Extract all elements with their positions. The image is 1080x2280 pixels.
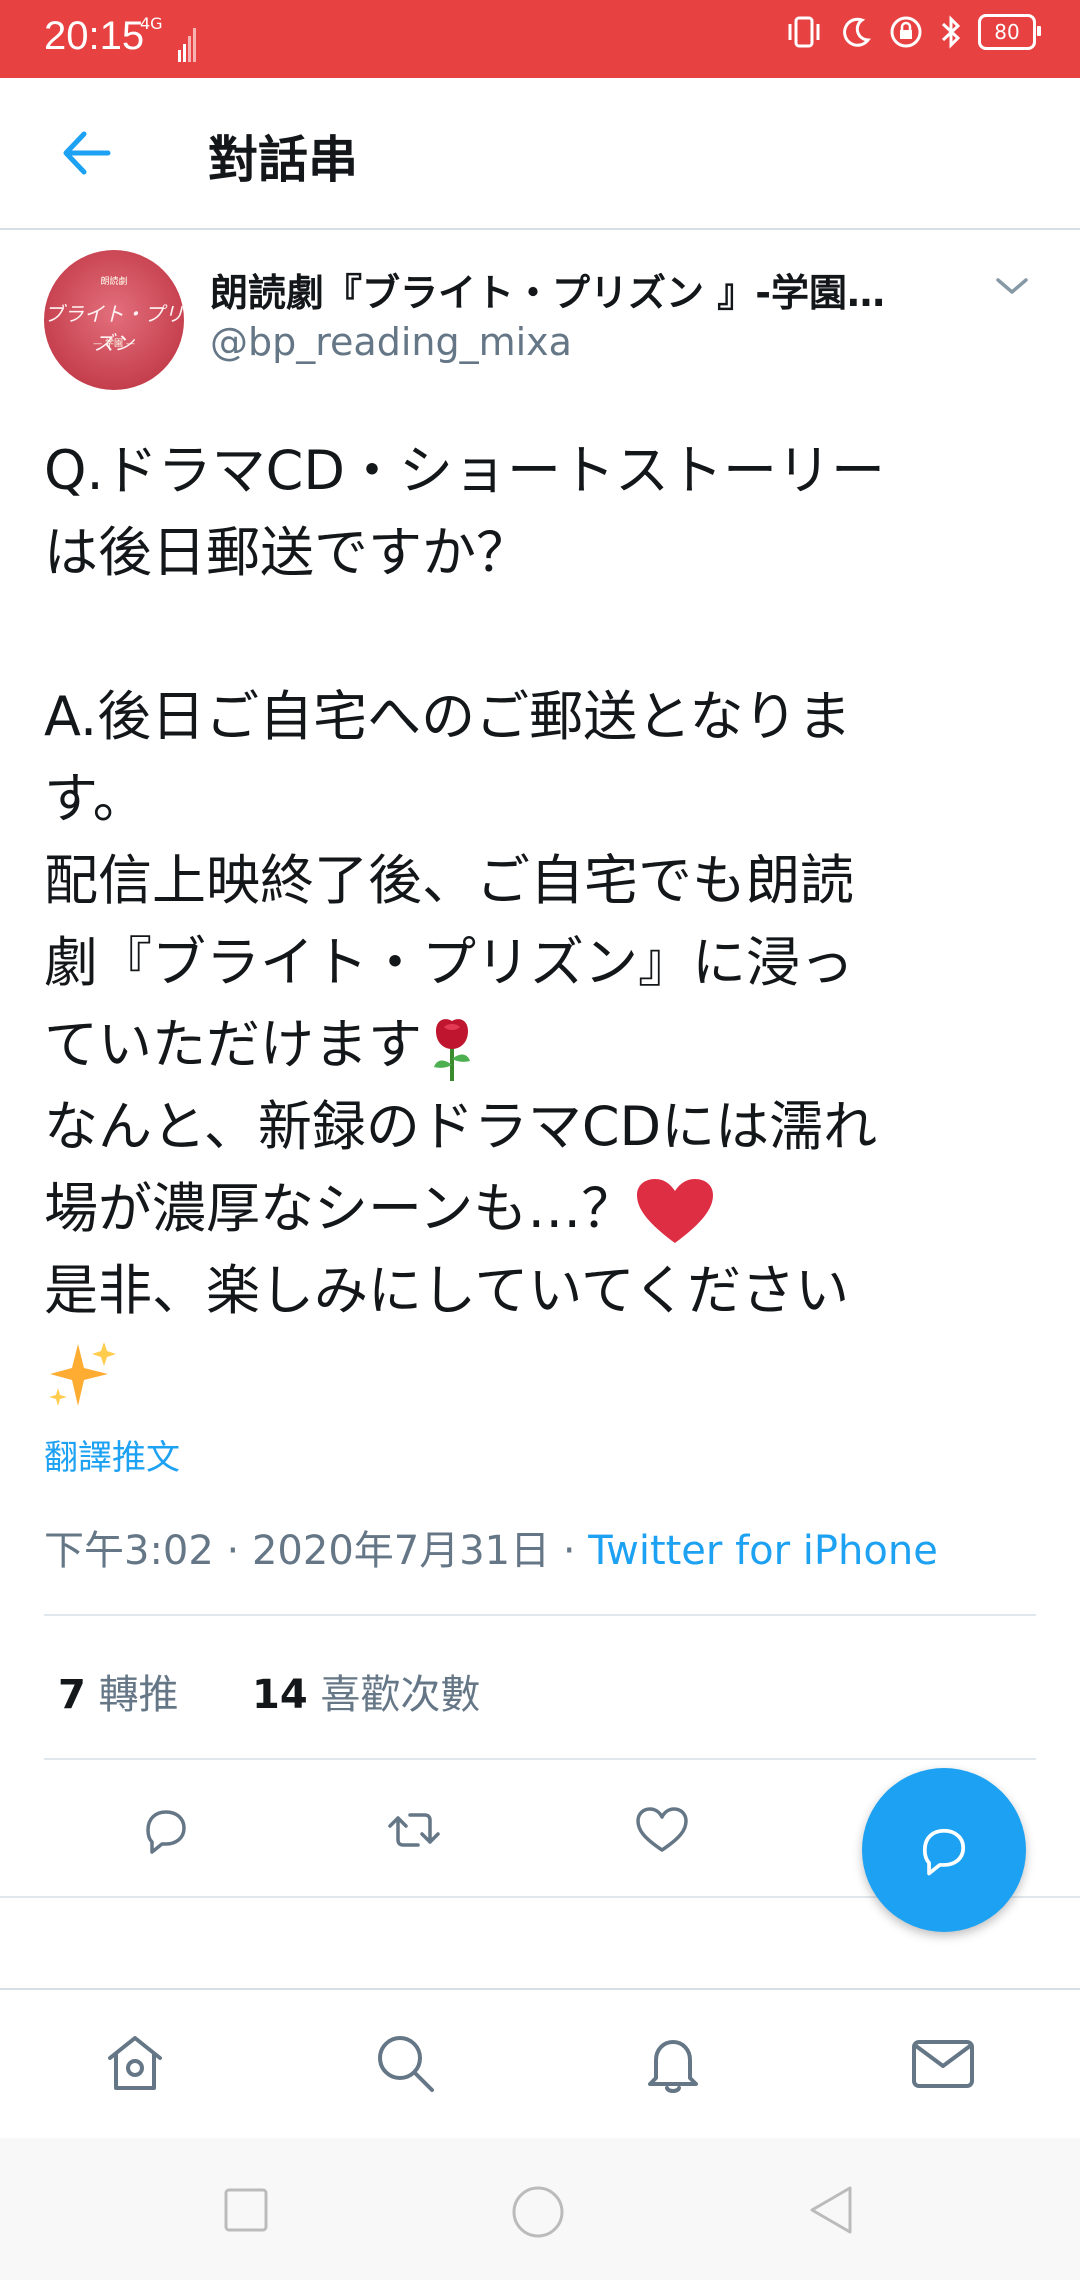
system-nav-bar bbox=[0, 2138, 1080, 2280]
status-time: 20:15 bbox=[44, 14, 145, 58]
tweet-stats: 7 轉推 14 喜歡次數 bbox=[58, 1662, 480, 1720]
moon-icon bbox=[843, 17, 871, 47]
search-icon[interactable] bbox=[370, 2028, 440, 2098]
bluetooth-icon bbox=[941, 15, 961, 49]
tweet-text-part3: 是非、楽しみにしていてください bbox=[44, 1259, 850, 1322]
battery-level: 80 bbox=[994, 20, 1020, 44]
likes-label: 喜歡次數 bbox=[320, 1672, 481, 1718]
likes-stat[interactable]: 14 喜歡次數 bbox=[252, 1672, 480, 1718]
top-app-bar: 對話串 bbox=[0, 78, 1080, 230]
status-bar: 20:15 4G 80 bbox=[0, 0, 1080, 78]
heart-emoji-icon bbox=[637, 1179, 714, 1244]
sparkles-emoji-icon bbox=[49, 1342, 116, 1407]
home-button-icon[interactable] bbox=[508, 2182, 568, 2242]
signal-icon bbox=[178, 28, 196, 62]
display-name[interactable]: 朗読劇『ブライト・プリズン 』-学園… bbox=[210, 262, 950, 317]
retweets-label: 轉推 bbox=[98, 1672, 179, 1718]
home-icon[interactable] bbox=[100, 2028, 170, 2098]
network-type: 4G bbox=[140, 14, 163, 33]
retweet-icon[interactable] bbox=[384, 1800, 444, 1860]
bell-icon[interactable] bbox=[638, 2028, 708, 2098]
vibrate-icon bbox=[788, 16, 820, 48]
mail-icon[interactable] bbox=[908, 2028, 978, 2098]
compose-reply-button[interactable] bbox=[862, 1768, 1026, 1932]
meta-separator: · bbox=[226, 1528, 252, 1574]
recent-apps-icon[interactable] bbox=[218, 2182, 274, 2238]
system-back-icon[interactable] bbox=[804, 2182, 860, 2238]
tweet-text: Q.ドラマCD・ショートストーリー は後日郵送ですか？ A.後日ご自宅へのご郵送… bbox=[44, 430, 1044, 1414]
chevron-down-icon[interactable] bbox=[990, 264, 1034, 308]
user-handle[interactable]: @bp_reading_mixa bbox=[210, 320, 572, 364]
reply-icon[interactable] bbox=[136, 1800, 196, 1860]
translate-tweet-link[interactable]: 翻譯推文 bbox=[44, 1430, 180, 1479]
heart-icon[interactable] bbox=[632, 1800, 692, 1860]
tweet-source-link[interactable]: Twitter for iPhone bbox=[588, 1528, 938, 1574]
retweets-stat[interactable]: 7 轉推 bbox=[58, 1672, 179, 1718]
avatar-caption-top: 朗読劇 bbox=[100, 277, 128, 287]
tweet-meta: 下午3:02 · 2020年7月31日 · Twitter for iPhone bbox=[44, 1518, 938, 1576]
tweet-time: 下午3:02 bbox=[44, 1528, 214, 1574]
avatar-caption-bottom: — 学園 — bbox=[93, 339, 135, 349]
battery-icon: 80 bbox=[978, 14, 1041, 50]
tweet-text-part2: なんと、新録のドラマCDには濡れ 場が濃厚なシーンも…？ bbox=[44, 1095, 878, 1240]
meta-separator: · bbox=[562, 1528, 589, 1574]
compose-reply-icon bbox=[922, 1828, 966, 1876]
lock-rotation-icon bbox=[890, 16, 922, 48]
avatar[interactable]: 朗読劇 ブライト・プリズン — 学園 — bbox=[44, 250, 184, 390]
back-arrow-icon[interactable] bbox=[52, 118, 122, 188]
tweet-date: 2020年7月31日 bbox=[251, 1528, 551, 1574]
rose-emoji-icon bbox=[434, 1019, 470, 1082]
page-title: 對話串 bbox=[208, 131, 358, 189]
tweet-text-part1: Q.ドラマCD・ショートストーリー は後日郵送ですか？ A.後日ご自宅へのご郵送… bbox=[44, 439, 885, 1076]
likes-count: 14 bbox=[252, 1672, 308, 1718]
divider bbox=[44, 1758, 1036, 1760]
bottom-nav bbox=[0, 1988, 1080, 2140]
divider bbox=[44, 1614, 1036, 1616]
retweets-count: 7 bbox=[58, 1672, 86, 1718]
